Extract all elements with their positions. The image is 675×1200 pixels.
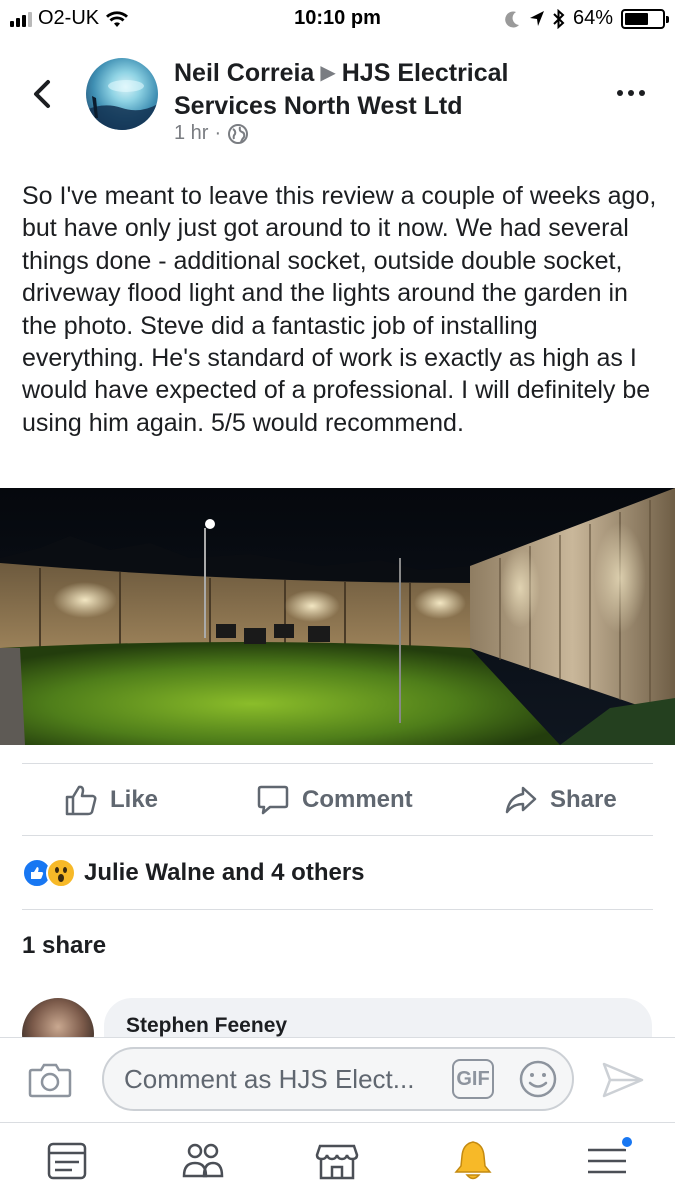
- share-count[interactable]: 1 share: [22, 932, 106, 960]
- notifications-icon[interactable]: [450, 1138, 496, 1184]
- comment-author[interactable]: Stephen Feeney: [126, 1014, 287, 1038]
- battery-icon: [621, 8, 669, 29]
- like-label: Like: [110, 786, 159, 813]
- divider-top: [22, 763, 653, 764]
- like-button[interactable]: Like: [64, 780, 158, 820]
- marketplace-icon[interactable]: [314, 1138, 360, 1184]
- divider-middle: [22, 835, 653, 836]
- post-meta: 1 hr ·: [174, 122, 249, 145]
- shared-to-arrow-icon: ▶: [320, 62, 336, 84]
- comment-input-placeholder: Comment as HJS Elect...: [124, 1064, 415, 1094]
- battery-level: [625, 12, 649, 25]
- comment-label: Comment: [302, 786, 413, 813]
- gif-button[interactable]: GIF: [452, 1059, 494, 1099]
- more-options-icon[interactable]: [617, 90, 645, 96]
- location-arrow-icon: [529, 10, 544, 26]
- emoji-icon[interactable]: [518, 1059, 558, 1099]
- share-button[interactable]: Share: [504, 780, 617, 820]
- share-arrow-icon: [505, 786, 537, 814]
- menu-notification-dot: [620, 1135, 634, 1149]
- status-bar: O2-UK 10:10 pm 64%: [0, 0, 675, 38]
- meta-separator: ·: [214, 122, 222, 144]
- post-photo[interactable]: [0, 488, 675, 745]
- comment-button[interactable]: Comment: [256, 780, 413, 820]
- battery-percent: 64%: [572, 7, 613, 29]
- share-label: Share: [550, 786, 617, 813]
- post-text: So I've meant to leave this review a cou…: [22, 182, 657, 437]
- comment-icon: [257, 785, 289, 815]
- divider-bottom: [22, 909, 653, 910]
- post-time[interactable]: 1 hr: [174, 122, 208, 145]
- groups-icon[interactable]: [180, 1138, 226, 1184]
- author-name[interactable]: Neil Correia: [174, 59, 314, 87]
- reactions-text: Julie Walne and 4 others: [84, 859, 365, 886]
- reactions-summary[interactable]: Julie Walne and 4 others: [22, 858, 365, 888]
- wow-reaction-icon: [46, 858, 76, 888]
- bluetooth-icon: [553, 8, 565, 29]
- globe-icon: [228, 123, 249, 144]
- back-icon[interactable]: [28, 76, 58, 112]
- status-indicators: 64%: [505, 7, 669, 30]
- moon-icon: [505, 10, 519, 27]
- author-avatar[interactable]: [86, 58, 158, 130]
- post-author-line: Neil Correia ▶ HJS Electrical Services Nor…: [174, 58, 594, 122]
- camera-icon[interactable]: [28, 1060, 72, 1100]
- send-icon[interactable]: [600, 1060, 646, 1100]
- news-feed-icon[interactable]: [44, 1138, 90, 1184]
- thumbs-up-icon: [65, 785, 97, 816]
